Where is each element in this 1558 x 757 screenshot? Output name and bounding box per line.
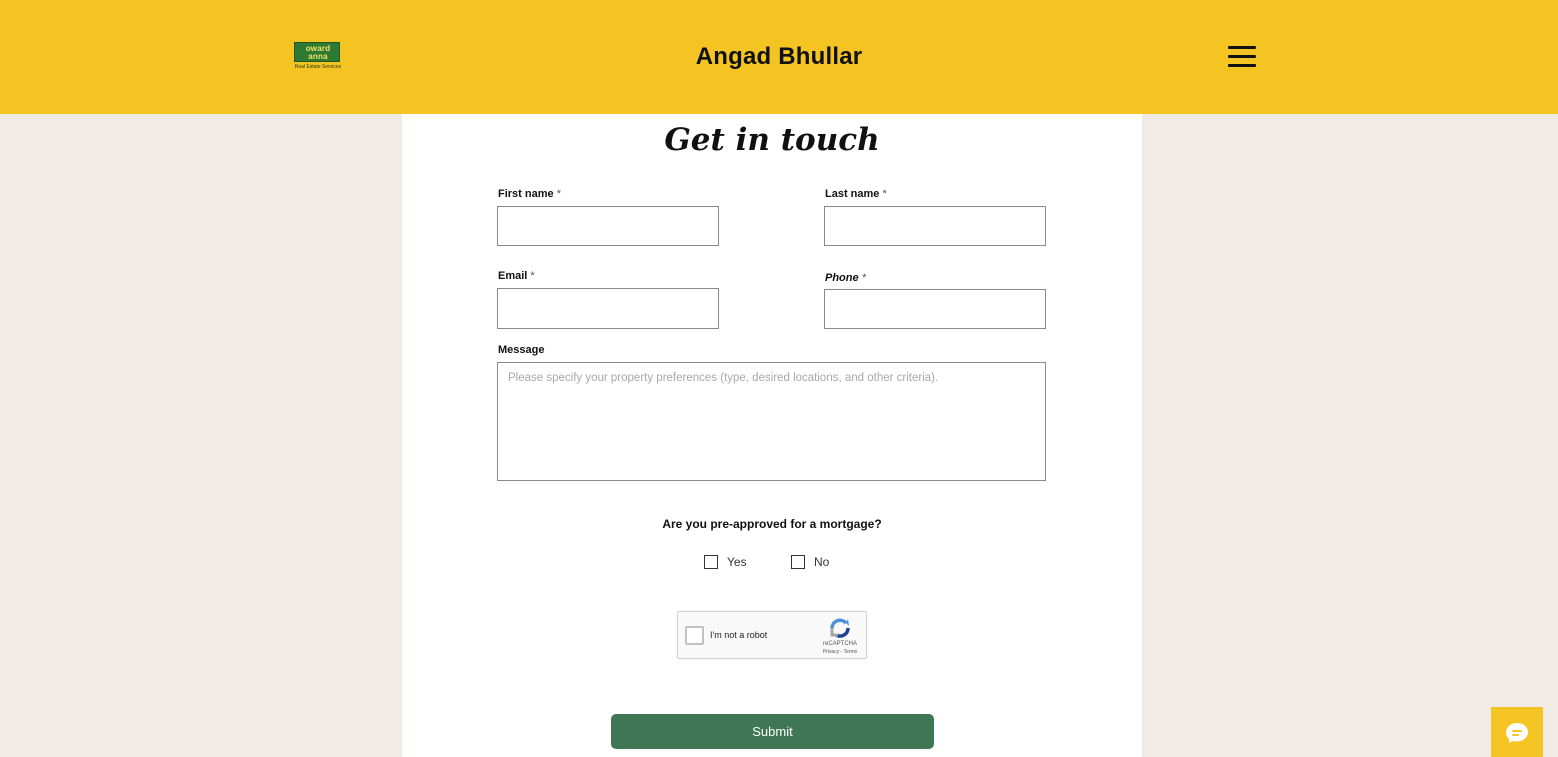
hamburger-menu-icon[interactable]: [1226, 44, 1258, 70]
email-label-text: Email: [498, 270, 528, 282]
no-checkbox[interactable]: [791, 555, 805, 569]
recaptcha-checkbox[interactable]: [685, 626, 704, 645]
recaptcha-logo-icon: [830, 618, 850, 638]
recaptcha-links[interactable]: Privacy - Terms: [816, 649, 864, 655]
site-header: oward anna Real Estate Services Angad Bh…: [0, 0, 1558, 114]
email-label: Email *: [498, 270, 535, 282]
message-label: Message: [498, 344, 545, 356]
submit-button[interactable]: Submit: [611, 714, 934, 749]
email-input[interactable]: [497, 288, 719, 329]
recaptcha-brand: reCAPTCHA: [822, 641, 857, 647]
mortgage-option-yes[interactable]: Yes: [704, 553, 747, 571]
phone-label-text: Phone: [825, 272, 859, 284]
required-marker: *: [530, 270, 535, 282]
mortgage-question: Are you pre-approved for a mortgage?: [662, 517, 882, 531]
message-textarea[interactable]: [497, 362, 1046, 481]
yes-checkbox[interactable]: [704, 555, 718, 569]
chat-bubble-icon: [1506, 723, 1528, 743]
last-name-input[interactable]: [824, 206, 1046, 246]
last-name-label: Last name *: [825, 188, 887, 200]
first-name-input[interactable]: [497, 206, 719, 246]
form-heading: Get in touch: [664, 122, 880, 158]
recaptcha-label: I'm not a robot: [710, 630, 768, 640]
required-marker: *: [882, 188, 887, 200]
menu-bar: [1228, 55, 1256, 58]
yes-label: Yes: [727, 555, 747, 569]
required-marker: *: [556, 188, 561, 200]
site-title: Angad Bhullar: [695, 43, 863, 70]
first-name-label-text: First name: [498, 188, 554, 200]
menu-bar: [1228, 64, 1256, 67]
required-marker: *: [861, 272, 866, 284]
last-name-label-text: Last name: [825, 188, 880, 200]
menu-bar: [1228, 46, 1256, 49]
mortgage-option-no[interactable]: No: [791, 553, 829, 571]
no-label: No: [814, 555, 830, 569]
phone-input[interactable]: [824, 289, 1046, 329]
chat-button[interactable]: [1491, 707, 1543, 757]
first-name-label: First name *: [498, 188, 561, 200]
recaptcha-widget: I'm not a robot reCAPTCHA Privacy - Term…: [677, 611, 867, 659]
phone-label: Phone *: [825, 272, 866, 284]
